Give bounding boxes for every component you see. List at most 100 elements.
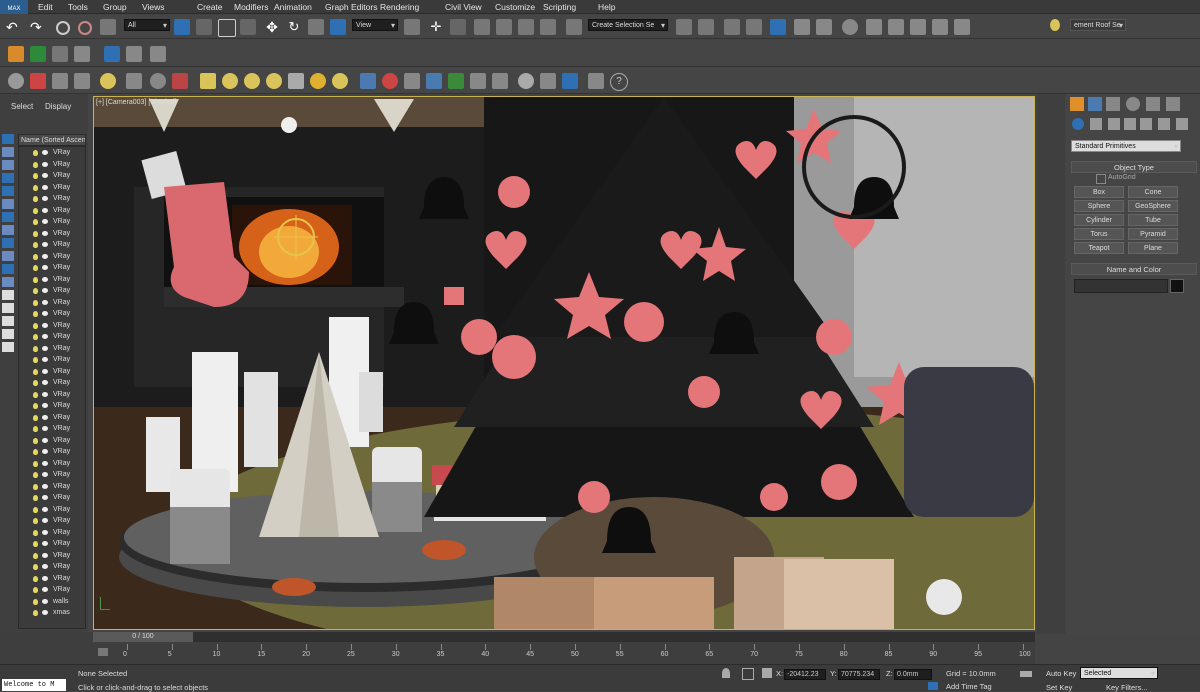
toggle-ribbon-icon[interactable] xyxy=(770,19,786,35)
visibility-icon[interactable] xyxy=(42,541,48,546)
scene-list-item[interactable]: VRay xyxy=(19,308,85,320)
time-slider-thumb[interactable]: 0 / 100 xyxy=(93,632,193,642)
scene-list-item[interactable]: VRay xyxy=(19,228,85,240)
scene-list-item[interactable]: VRay xyxy=(19,170,85,182)
shapes-icon[interactable] xyxy=(1090,118,1102,130)
sun-icon[interactable] xyxy=(310,73,326,89)
selection-filter-dropdown[interactable]: All xyxy=(124,19,170,31)
spinner-snap-icon[interactable] xyxy=(540,19,556,35)
visibility-icon[interactable] xyxy=(42,276,48,282)
light-bulb-icon[interactable] xyxy=(33,173,38,179)
light-bulb-icon[interactable] xyxy=(33,541,38,547)
grid-icon[interactable] xyxy=(74,46,90,62)
sphere-icon[interactable] xyxy=(518,73,534,89)
scene-list-item[interactable]: VRay xyxy=(19,573,85,585)
light-bulb-icon[interactable] xyxy=(33,529,38,536)
display-geometry-icon[interactable] xyxy=(2,147,14,157)
add-time-tag[interactable]: Add Time Tag xyxy=(946,682,992,691)
light-bulb-icon[interactable] xyxy=(33,460,38,467)
display-bones-icon[interactable] xyxy=(2,251,14,261)
scene-list-item[interactable]: VRay xyxy=(19,550,85,562)
vray-light-icon[interactable] xyxy=(100,73,116,89)
display-shapes-icon[interactable] xyxy=(2,160,14,170)
scene-list-item[interactable]: VRay xyxy=(19,435,85,447)
visibility-icon[interactable] xyxy=(42,311,48,316)
rectangular-selection-icon[interactable] xyxy=(218,19,236,37)
light-bulb-icon[interactable] xyxy=(33,564,38,570)
light-bulb-icon[interactable] xyxy=(33,426,38,432)
display-tab-icon[interactable] xyxy=(1146,97,1160,111)
light-bulb-icon[interactable] xyxy=(33,242,38,248)
viewport-label[interactable]: [+] [Camera003] [Shaded] xyxy=(96,99,176,106)
light-icon[interactable] xyxy=(332,73,348,89)
dome-light-icon[interactable] xyxy=(150,73,166,89)
display-helpers-icon[interactable] xyxy=(2,199,14,209)
light-bulb-icon[interactable] xyxy=(33,207,38,214)
visibility-icon[interactable] xyxy=(42,161,48,167)
link-icon[interactable] xyxy=(56,21,70,35)
visibility-icon[interactable] xyxy=(42,230,48,236)
visibility-icon[interactable] xyxy=(42,529,48,535)
visibility-icon[interactable] xyxy=(42,173,48,178)
scene-list-item[interactable]: VRay xyxy=(19,446,85,458)
teapot-button[interactable]: Teapot xyxy=(1074,242,1124,254)
light-bulb-icon[interactable] xyxy=(33,368,38,375)
visibility-icon[interactable] xyxy=(42,265,48,270)
utilities-tab-icon[interactable] xyxy=(1166,97,1180,111)
object-color-swatch[interactable] xyxy=(1170,279,1184,293)
modify-tab-icon[interactable] xyxy=(1088,97,1102,111)
visibility-icon[interactable] xyxy=(42,449,48,454)
visibility-icon[interactable] xyxy=(42,391,48,397)
keyboard-shortcut-icon[interactable] xyxy=(450,19,466,35)
light-bulb-icon[interactable] xyxy=(33,495,38,501)
teapot-icon[interactable] xyxy=(8,73,24,89)
light-bulb-icon[interactable] xyxy=(33,334,38,340)
absolute-transform-icon[interactable] xyxy=(762,668,772,678)
plane-button[interactable]: Plane xyxy=(1128,242,1178,254)
bind-spacewarp-icon[interactable] xyxy=(100,19,116,35)
scene-list-item[interactable]: VRay xyxy=(19,297,85,309)
visibility-icon[interactable] xyxy=(42,460,48,466)
scene-list-item[interactable]: VRay xyxy=(19,147,85,159)
plane-primitive-icon[interactable] xyxy=(200,73,216,89)
menu-civil-view[interactable]: Civil View xyxy=(445,2,482,12)
systems-icon[interactable] xyxy=(1176,118,1188,130)
visibility-icon[interactable] xyxy=(42,426,48,431)
box-button[interactable]: Box xyxy=(1074,186,1124,198)
hdri-icon[interactable] xyxy=(470,73,486,89)
tree-icon[interactable] xyxy=(30,46,46,62)
torus-button[interactable]: Torus xyxy=(1074,228,1124,240)
cone-primitive-icon[interactable] xyxy=(288,73,304,89)
filter-icon[interactable] xyxy=(2,329,14,339)
y-coordinate-field[interactable]: 70775.234 xyxy=(838,669,880,680)
schematic-view-icon[interactable] xyxy=(816,19,832,35)
track-bar-toggle-icon[interactable] xyxy=(98,648,108,656)
pivot-center-icon[interactable] xyxy=(404,19,420,35)
torus-primitive-icon[interactable] xyxy=(266,73,282,89)
light-bulb-icon[interactable] xyxy=(33,184,38,191)
light-bulb-icon[interactable] xyxy=(33,506,38,513)
light-bulb-icon[interactable] xyxy=(33,437,38,444)
help-icon[interactable]: ? xyxy=(610,73,628,91)
display-cameras-icon[interactable] xyxy=(2,186,14,196)
reference-coordinate-dropdown[interactable]: View xyxy=(352,19,398,31)
hierarchy-tab-icon[interactable] xyxy=(1106,97,1120,111)
light-bulb-icon[interactable] xyxy=(33,357,38,363)
visibility-icon[interactable] xyxy=(42,150,48,155)
spray-icon[interactable] xyxy=(492,73,508,89)
menu-group[interactable]: Group xyxy=(103,2,127,12)
proxy-icon[interactable] xyxy=(360,73,376,89)
display-all-icon[interactable] xyxy=(2,134,14,144)
visibility-icon[interactable] xyxy=(42,564,48,569)
scene-list-item[interactable]: VRay xyxy=(19,159,85,171)
light-bulb-icon[interactable] xyxy=(1050,19,1060,31)
menu-help[interactable]: Help xyxy=(598,2,615,12)
light-bulb-icon[interactable] xyxy=(33,196,38,202)
geosphere-button[interactable]: GeoSphere xyxy=(1128,200,1178,212)
visibility-icon[interactable] xyxy=(42,242,48,247)
visibility-icon[interactable] xyxy=(42,437,48,443)
scene-list-item[interactable]: VRay xyxy=(19,527,85,539)
light-bulb-icon[interactable] xyxy=(33,161,38,168)
select-tab[interactable]: Select xyxy=(11,102,33,111)
fp-icon[interactable] xyxy=(8,46,24,62)
